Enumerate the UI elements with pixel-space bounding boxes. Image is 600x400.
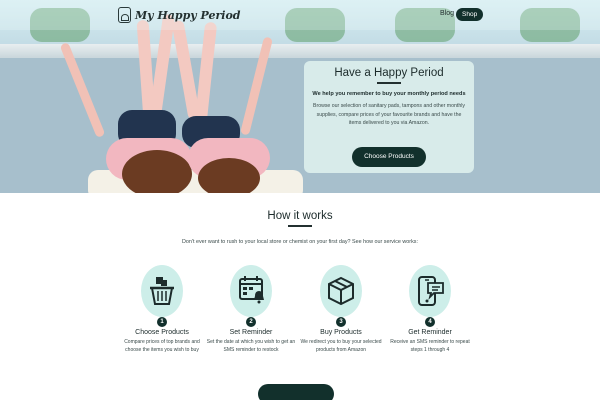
- how-it-works-title: How it works: [267, 210, 333, 222]
- nav-shop-button[interactable]: Shop: [456, 8, 484, 21]
- title-underline: [288, 225, 312, 227]
- package-box-icon: [328, 276, 354, 306]
- step-title: Get Reminder: [408, 329, 452, 336]
- step-title: Set Reminder: [229, 329, 273, 336]
- step-number-badge: 4: [425, 317, 435, 327]
- how-it-works-subtitle: Don't ever want to rush to your local st…: [182, 239, 418, 245]
- step-icon-circle: 3: [320, 265, 362, 327]
- step-choose-products: 1 Choose Products Compare prices of top …: [117, 265, 207, 354]
- step-title: Buy Products: [320, 329, 362, 336]
- step-set-reminder: 2 Set Reminder Set the date at which you…: [206, 265, 296, 354]
- step-title: Choose Products: [135, 329, 189, 336]
- calendar-bell-icon: [239, 276, 264, 304]
- hero-description: Browse our selection of sanitary pads, t…: [313, 103, 465, 127]
- step-number-badge: 2: [246, 317, 256, 327]
- step-description: Compare prices of top brands and choose …: [124, 339, 200, 353]
- bottom-cta-button[interactable]: [258, 384, 334, 400]
- choose-products-button[interactable]: Choose Products: [352, 147, 426, 167]
- step-description: Receive an SMS reminder to repeat steps …: [390, 339, 470, 353]
- calendar-drop-icon: [118, 7, 131, 23]
- background-railing: [0, 44, 600, 58]
- step-icon-circle: 1: [141, 265, 183, 327]
- hero-section: My Happy Period Blog Shop Have a Happy P…: [0, 0, 600, 193]
- brand-name: My Happy Period: [135, 8, 241, 22]
- shopping-basket-icon: [150, 277, 174, 305]
- navbar: My Happy Period Blog Shop: [0, 0, 600, 30]
- hero-title: Have a Happy Period: [334, 67, 444, 79]
- nav-link-blog[interactable]: Blog: [440, 10, 454, 17]
- step-number-badge: 1: [157, 317, 167, 327]
- step-buy-products: 3 Buy Products We redirect you to buy yo…: [296, 265, 386, 354]
- hero-subtitle: We help you remember to buy your monthly…: [312, 91, 466, 97]
- hero-card: Have a Happy Period We help you remember…: [304, 61, 474, 173]
- phone-message-icon: [418, 276, 444, 306]
- title-underline: [377, 82, 401, 84]
- step-number-badge: 3: [336, 317, 346, 327]
- step-description: We redirect you to buy your selected pro…: [300, 339, 382, 353]
- step-get-reminder: 4 Get Reminder Receive an SMS reminder t…: [385, 265, 475, 354]
- step-icon-circle: 2: [230, 265, 272, 327]
- brand-logo[interactable]: My Happy Period: [118, 7, 241, 23]
- step-icon-circle: 4: [409, 265, 451, 327]
- step-description: Set the date at which you wish to get an…: [206, 339, 296, 353]
